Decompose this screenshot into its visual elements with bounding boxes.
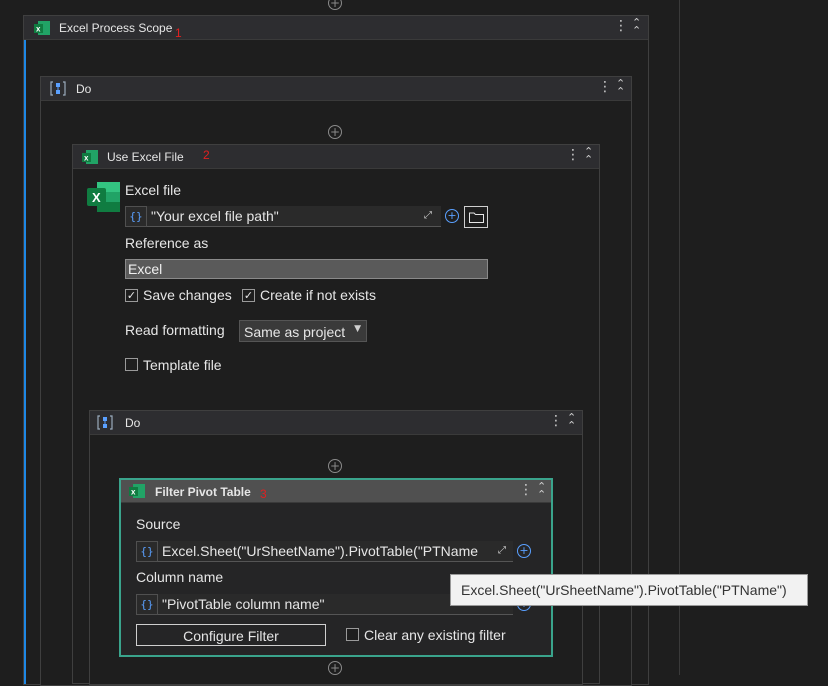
add-icon[interactable]: + xyxy=(445,209,459,223)
source-field[interactable]: {} Excel.Sheet("UrSheetName").PivotTable… xyxy=(136,541,513,562)
svg-text:x: x xyxy=(131,488,136,497)
do-outer-title: Do xyxy=(76,82,92,96)
excel-file-label: Excel file xyxy=(125,182,182,198)
tooltip: Excel.Sheet("UrSheetName").PivotTable("P… xyxy=(450,574,808,606)
kebab-icon[interactable]: ⋮ xyxy=(519,482,533,498)
annotation-number-3: 3 xyxy=(260,487,267,501)
chevron-down-icon: ▼ xyxy=(354,324,361,334)
filter-pivot-header[interactable]: x Filter Pivot Table ⋮ ⌃ ⌃ xyxy=(121,480,551,503)
collapse-icon[interactable]: ⌃ ⌃ xyxy=(632,17,641,36)
column-name-label: Column name xyxy=(136,569,224,585)
do-inner-header[interactable]: Do ⋮ ⌃ ⌃ xyxy=(90,411,582,435)
folder-icon xyxy=(469,212,484,223)
template-file-checkbox[interactable] xyxy=(125,358,138,371)
read-formatting-label: Read formatting xyxy=(125,322,225,338)
kebab-icon[interactable]: ⋮ xyxy=(598,79,612,95)
reference-as-input[interactable]: Excel xyxy=(125,259,488,279)
do-inner-title: Do xyxy=(125,416,141,430)
expand-icon[interactable]: ⤢ xyxy=(424,210,432,221)
scope-header[interactable]: x Excel Process Scope ⋮ ⌃ ⌃ xyxy=(24,16,648,40)
read-formatting-dropdown[interactable]: Same as project ▼ xyxy=(239,320,367,342)
svg-text:x: x xyxy=(84,154,89,163)
expression-icon: {} xyxy=(125,206,147,227)
add-activity-icon[interactable]: + xyxy=(328,125,342,139)
clear-filter-checkbox[interactable] xyxy=(346,628,359,641)
reference-as-value: Excel xyxy=(128,261,163,277)
create-if-not-exists-checkbox[interactable]: ✓ xyxy=(242,289,255,302)
kebab-icon[interactable]: ⋮ xyxy=(566,147,580,163)
folder-button[interactable] xyxy=(464,206,488,228)
sequence-icon xyxy=(97,415,113,430)
collapse-icon[interactable]: ⌃ ⌃ xyxy=(584,146,593,165)
sequence-icon xyxy=(50,81,66,96)
add-icon[interactable]: + xyxy=(517,544,531,558)
expression-icon: {} xyxy=(136,594,158,615)
expression-icon: {} xyxy=(136,541,158,562)
tooltip-text: Excel.Sheet("UrSheetName").PivotTable("P… xyxy=(461,582,787,598)
clear-filter-label: Clear any existing filter xyxy=(364,627,506,643)
add-activity-icon[interactable]: + xyxy=(328,661,342,675)
create-if-not-exists-label: Create if not exists xyxy=(260,287,376,303)
read-formatting-value: Same as project xyxy=(244,324,346,340)
annotation-number-2: 2 xyxy=(203,148,210,162)
excel-file-field[interactable]: {} "Your excel file path" ⤢ xyxy=(125,206,441,227)
kebab-icon[interactable]: ⋮ xyxy=(549,413,563,429)
source-label: Source xyxy=(136,516,181,532)
do-outer-header[interactable]: Do ⋮ ⌃ ⌃ xyxy=(41,77,631,101)
scope-selection-bar xyxy=(24,16,26,684)
save-changes-checkbox[interactable]: ✓ xyxy=(125,289,138,302)
collapse-icon[interactable]: ⌃ ⌃ xyxy=(537,481,546,500)
svg-text:X: X xyxy=(92,190,101,205)
configure-filter-button[interactable]: Configure Filter xyxy=(136,624,326,646)
annotation-number-1: 1 xyxy=(175,26,182,40)
use-excel-title: Use Excel File xyxy=(107,150,184,164)
scope-title: Excel Process Scope xyxy=(59,21,173,35)
configure-filter-label: Configure Filter xyxy=(183,628,279,644)
excel-icon: x xyxy=(129,484,145,498)
column-name-value: "PivotTable column name" xyxy=(162,596,325,612)
kebab-icon[interactable]: ⋮ xyxy=(614,18,628,34)
add-activity-icon[interactable]: + xyxy=(328,459,342,473)
expand-icon[interactable]: ⤢ xyxy=(498,545,506,556)
source-value: Excel.Sheet("UrSheetName").PivotTable("P… xyxy=(162,543,479,559)
reference-as-label: Reference as xyxy=(125,235,209,251)
filter-pivot-title: Filter Pivot Table xyxy=(155,485,251,499)
svg-text:x: x xyxy=(36,25,41,34)
collapse-icon[interactable]: ⌃ ⌃ xyxy=(616,78,625,97)
excel-icon: x xyxy=(34,21,50,35)
add-activity-icon[interactable]: + xyxy=(328,0,342,10)
excel-icon: X xyxy=(87,182,120,212)
save-changes-label: Save changes xyxy=(143,287,232,303)
use-excel-header[interactable]: x Use Excel File ⋮ ⌃ ⌃ xyxy=(73,145,599,169)
excel-file-value: "Your excel file path" xyxy=(151,208,279,224)
excel-icon: x xyxy=(82,150,98,164)
template-file-label: Template file xyxy=(143,357,222,373)
collapse-icon[interactable]: ⌃ ⌃ xyxy=(567,412,576,431)
